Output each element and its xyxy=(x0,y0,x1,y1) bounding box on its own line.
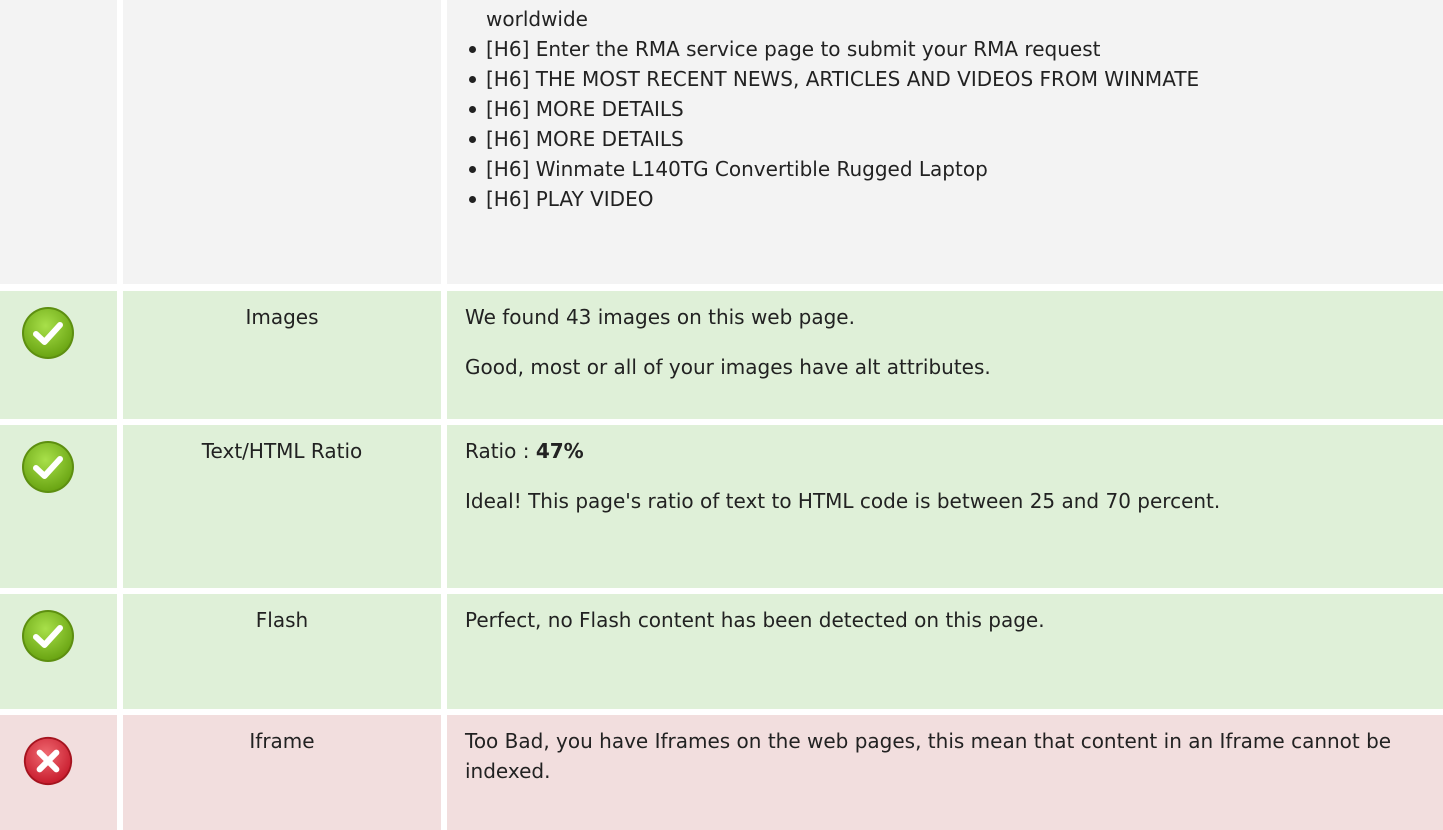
headings-icon-cell xyxy=(0,0,117,284)
iframe-icon-cell xyxy=(0,715,117,830)
check-circle-icon xyxy=(20,439,76,495)
check-name: Images xyxy=(245,305,319,329)
text-html-ratio-row: Text/HTML Ratio Ratio : 47% Ideal! This … xyxy=(0,425,1443,588)
check-result-text: Perfect, no Flash content has been detec… xyxy=(465,608,1045,632)
ratio-line: Ratio : 47% xyxy=(465,436,1423,466)
check-circle-icon xyxy=(20,608,76,664)
flash-description-cell: Perfect, no Flash content has been detec… xyxy=(447,594,1443,709)
check-circle-icon xyxy=(20,305,76,361)
check-result-text: Too Bad, you have Iframes on the web pag… xyxy=(465,729,1392,783)
headings-row: worldwide [H6] Enter the RMA service pag… xyxy=(0,0,1443,284)
ratio-label: Ratio : xyxy=(465,439,536,463)
check-name: Text/HTML Ratio xyxy=(201,439,363,463)
check-result-text: Good, most or all of your images have al… xyxy=(465,355,991,379)
headings-list-item: [H6] MORE DETAILS xyxy=(465,94,1423,124)
flash-icon-cell xyxy=(0,594,117,709)
headings-name-cell xyxy=(123,0,441,284)
images-row: Images We found 43 images on this web pa… xyxy=(0,291,1443,419)
headings-list-continued-text: worldwide xyxy=(486,7,588,31)
check-name: Flash xyxy=(255,608,309,632)
headings-list-item: [H6] Enter the RMA service page to submi… xyxy=(465,34,1423,64)
check-name: Iframe xyxy=(249,729,315,753)
flash-name-cell: Flash xyxy=(123,594,441,709)
ratio-icon-cell xyxy=(0,425,117,588)
images-name-cell: Images xyxy=(123,291,441,419)
headings-description-cell: worldwide [H6] Enter the RMA service pag… xyxy=(447,0,1443,284)
images-description-cell: We found 43 images on this web page. Goo… xyxy=(447,291,1443,419)
iframe-description-cell: Too Bad, you have Iframes on the web pag… xyxy=(447,715,1443,830)
ratio-description-cell: Ratio : 47% Ideal! This page's ratio of … xyxy=(447,425,1443,588)
headings-list-item: [H6] PLAY VIDEO xyxy=(465,184,1423,214)
headings-list: worldwide [H6] Enter the RMA service pag… xyxy=(465,4,1423,214)
images-icon-cell xyxy=(0,291,117,419)
iframe-row: Iframe Too Bad, you have Iframes on the … xyxy=(0,715,1443,830)
error-circle-icon xyxy=(22,735,74,787)
headings-list-item: [H6] Winmate L140TG Convertible Rugged L… xyxy=(465,154,1423,184)
ratio-name-cell: Text/HTML Ratio xyxy=(123,425,441,588)
headings-list-item: [H6] THE MOST RECENT NEWS, ARTICLES AND … xyxy=(465,64,1423,94)
flash-row: Flash Perfect, no Flash content has been… xyxy=(0,594,1443,709)
headings-list-item: [H6] MORE DETAILS xyxy=(465,124,1423,154)
check-result-text: We found 43 images on this web page. xyxy=(465,305,855,329)
check-result-text: Ideal! This page's ratio of text to HTML… xyxy=(465,489,1221,513)
iframe-name-cell: Iframe xyxy=(123,715,441,830)
ratio-value: 47% xyxy=(535,439,584,463)
